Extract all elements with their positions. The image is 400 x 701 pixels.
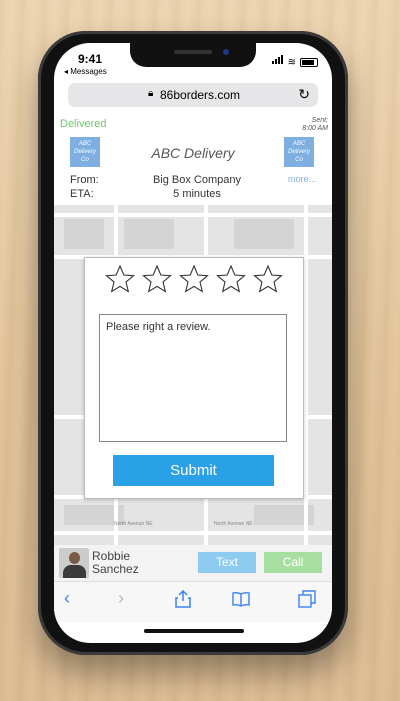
- map-road: [54, 531, 332, 535]
- map-road: [304, 205, 308, 545]
- forward-icon[interactable]: ›: [118, 588, 124, 609]
- sent-label: Sent:: [311, 117, 328, 124]
- map-road: [54, 213, 332, 217]
- more-link[interactable]: more...: [288, 174, 316, 184]
- map-block: [234, 219, 294, 249]
- url-text: 86borders.com: [160, 88, 241, 102]
- bookmarks-icon[interactable]: [232, 590, 250, 608]
- status-time: 9:41: [78, 52, 103, 66]
- star-icon[interactable]: [179, 264, 209, 294]
- company-logo-right: ABC Delivery Co: [284, 137, 314, 167]
- driver-avatar: [59, 548, 89, 578]
- back-icon[interactable]: ‹: [64, 588, 70, 609]
- status-icons: ≋: [271, 55, 318, 68]
- camera-icon: [223, 49, 229, 55]
- submit-button[interactable]: Submit: [113, 455, 274, 486]
- call-driver-button[interactable]: Call: [264, 552, 322, 573]
- sent-info: Sent: 8:00 AM: [302, 117, 328, 133]
- notch: [130, 43, 256, 67]
- map-block: [124, 219, 174, 249]
- star-icon[interactable]: [216, 264, 246, 294]
- back-to-messages-link[interactable]: ◂ Messages: [64, 67, 107, 76]
- home-indicator[interactable]: [144, 629, 244, 633]
- logo-text: ABC Delivery Co: [288, 141, 310, 163]
- star-icon[interactable]: [253, 264, 283, 294]
- address-bar[interactable]: 🔒︎ 86borders.com ↻: [68, 83, 318, 107]
- reload-icon[interactable]: ↻: [298, 86, 310, 103]
- star-icon[interactable]: [142, 264, 172, 294]
- avatar-head: [69, 552, 80, 564]
- street-label: North Avenue NE: [114, 521, 153, 527]
- from-label: From:: [70, 174, 99, 186]
- share-icon[interactable]: [174, 590, 192, 608]
- lock-icon: 🔒︎: [148, 88, 154, 99]
- map-block: [64, 219, 104, 249]
- speaker: [174, 50, 212, 54]
- star-icon[interactable]: [105, 264, 135, 294]
- text-driver-button[interactable]: Text: [198, 552, 256, 573]
- signal-icon: [271, 55, 284, 67]
- avatar-body: [63, 565, 86, 578]
- star-rating[interactable]: [105, 264, 283, 294]
- eta-value: 5 minutes: [173, 188, 221, 200]
- browser-toolbar: ‹ ›: [54, 581, 332, 622]
- battery-icon: [300, 58, 318, 67]
- from-value: Big Box Company: [152, 174, 242, 186]
- wifi-icon: ≋: [287, 57, 296, 68]
- driver-bar: Robbie Sanchez Text Call: [54, 545, 332, 581]
- sent-time: 8:00 AM: [302, 125, 328, 132]
- review-dialog: Please right a review. Submit: [84, 257, 304, 499]
- phone-screen: 9:41 ◂ Messages ≋ 🔒︎ 86borders.com ↻ Del…: [54, 43, 332, 643]
- driver-name: Robbie Sanchez: [92, 550, 139, 576]
- street-label: North Avenue NE: [214, 521, 253, 527]
- delivery-status: Delivered: [60, 118, 107, 130]
- phone-frame: 9:41 ◂ Messages ≋ 🔒︎ 86borders.com ↻ Del…: [38, 31, 348, 655]
- review-textarea[interactable]: Please right a review.: [99, 314, 287, 442]
- driver-last-name: Sanchez: [92, 562, 139, 576]
- tabs-icon[interactable]: [298, 590, 316, 608]
- eta-label: ETA:: [70, 188, 94, 200]
